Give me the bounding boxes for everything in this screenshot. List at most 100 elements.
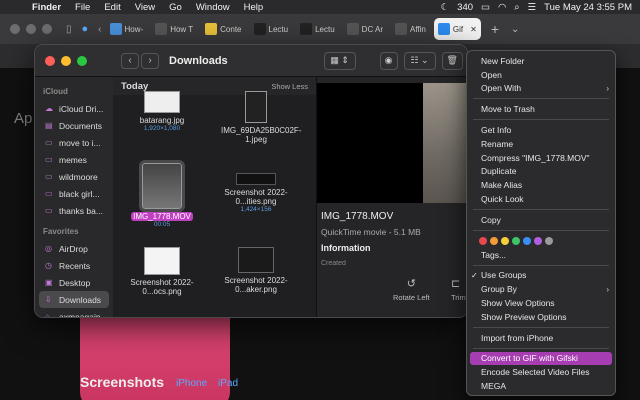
menu-item-make-alias[interactable]: Make Alias [467, 178, 615, 192]
sidebar-toggle-icon[interactable]: ▯ [66, 24, 72, 35]
browser-tab[interactable]: Affin [391, 18, 430, 40]
tag-color-dot[interactable] [512, 236, 520, 245]
tag-color-dot[interactable] [523, 236, 531, 245]
sidebar-item-airdrop[interactable]: ◎ AirDrop [35, 240, 113, 257]
quick-look-eye-icon[interactable]: ◉ [379, 51, 398, 70]
sidebar-item-label: Downloads [59, 294, 102, 305]
screenshots-heading: Screenshots [80, 374, 165, 390]
browser-tab[interactable]: DC Ar [343, 18, 387, 40]
menu-item-open-with[interactable]: Open With › [467, 82, 615, 96]
menu-file[interactable]: File [75, 2, 90, 13]
browser-tab[interactable]: Gif ✕ [433, 18, 481, 40]
browser-tab-label: How T [170, 24, 194, 34]
tag-color-dot[interactable] [534, 236, 542, 245]
tab-iphone[interactable]: iPhone [176, 378, 207, 389]
browser-zoom-button[interactable] [42, 24, 52, 34]
menu-item-encode-selected-video-files[interactable]: Encode Selected Video Files [467, 365, 615, 379]
back-button[interactable]: ‹ [121, 52, 139, 69]
battery-icon[interactable]: ▭ [481, 2, 490, 13]
clock-icon: ◷ [45, 260, 52, 270]
file-item[interactable]: Screenshot 2022-0...ocs.png [117, 247, 207, 296]
sidebar-item-label: black girl... [59, 188, 100, 199]
menu-item-use-groups[interactable]: ✓ Use Groups [467, 269, 615, 283]
browser-tab-label: Gif [452, 24, 464, 34]
moon-icon[interactable]: ☾ [441, 2, 450, 13]
file-item[interactable]: IMG_69DA25B0C02F-1.jpeg [211, 91, 301, 144]
menu-help[interactable]: Help [244, 2, 264, 13]
tab-ipad[interactable]: iPad [218, 378, 238, 389]
wifi-icon[interactable]: ◠ [498, 2, 506, 13]
rotate-left-button[interactable]: ↺ Rotate Left [393, 277, 430, 302]
menu-finder[interactable]: Finder [32, 2, 61, 13]
file-item[interactable]: batarang.jpg 1,920×1,080 [117, 91, 207, 132]
mastodon-icon[interactable]: ● [82, 23, 89, 35]
close-tab-icon[interactable]: ✕ [470, 25, 477, 34]
tag-color-dot[interactable] [490, 236, 498, 245]
sidebar-item-icloud-dri[interactable]: ☁ iCloud Dri... [35, 100, 113, 117]
file-item[interactable]: Screenshot 2022-0...ities.png 1,424×156 [211, 173, 301, 213]
menu-item-group-by[interactable]: Group By › [467, 282, 615, 296]
browser-tab[interactable]: Lectu [296, 18, 339, 40]
sidebar-item-documents[interactable]: ▤ Documents [35, 117, 113, 134]
menu-item-copy[interactable]: Copy [467, 213, 615, 227]
sidebar-item-axmeagain[interactable]: ⌂ axmeagain [35, 308, 113, 318]
menu-item-show-view-options[interactable]: Show View Options [467, 296, 615, 310]
browser-minimize-button[interactable] [26, 24, 36, 34]
preview-kind: QuickTime movie - 5.1 MB [321, 227, 421, 237]
tag-color-dot[interactable] [501, 236, 509, 245]
video-preview [317, 83, 467, 203]
finder-minimize-button[interactable] [61, 55, 71, 66]
menu-go[interactable]: Go [169, 2, 182, 13]
menu-view[interactable]: View [135, 2, 155, 13]
menu-item-get-info[interactable]: Get Info [467, 123, 615, 137]
group-by-button[interactable]: ☷ ⌄ [403, 51, 436, 70]
search-icon[interactable]: ⌕ [514, 2, 519, 13]
sidebar-item-downloads[interactable]: ⇩ Downloads [39, 291, 109, 308]
menu-item-compress-img-1778-mov[interactable]: Compress "IMG_1778.MOV" [467, 151, 615, 165]
browser-tab[interactable]: Lectu [250, 18, 293, 40]
menu-item-new-folder[interactable]: New Folder [467, 54, 615, 68]
file-thumbnail [236, 173, 276, 185]
menu-item-duplicate[interactable]: Duplicate [467, 165, 615, 179]
sidebar-header-favorites: Favorites [43, 227, 79, 236]
menu-window[interactable]: Window [196, 2, 230, 13]
sidebar-item-black-girl[interactable]: ▭ black girl... [35, 185, 113, 202]
trash-icon[interactable]: 🗑 [441, 51, 463, 70]
file-item-selected[interactable]: IMG_1778.MOV 00:05 [117, 160, 207, 228]
finder-close-button[interactable] [45, 55, 55, 66]
menu-item-tags[interactable]: Tags... [467, 248, 615, 262]
browser-close-button[interactable] [10, 24, 20, 34]
new-tab-button[interactable]: + [491, 21, 499, 37]
forward-button[interactable]: › [141, 52, 159, 69]
sidebar-item-desktop[interactable]: ▣ Desktop [35, 274, 113, 291]
control-center-icon[interactable]: ☰ [528, 2, 537, 13]
section-title: Today [121, 80, 149, 92]
cloud-icon: ☁ [45, 103, 53, 113]
browser-tab[interactable]: How- [106, 18, 148, 40]
sidebar-item-recents[interactable]: ◷ Recents [35, 257, 113, 274]
clock[interactable]: Tue May 24 3:55 PM [544, 2, 632, 13]
file-item[interactable]: Screenshot 2022-0...aker.png [211, 247, 301, 294]
menu-item-mega[interactable]: MEGA [467, 379, 615, 393]
browser-tab[interactable]: How T [151, 18, 197, 40]
menu-edit[interactable]: Edit [104, 2, 120, 13]
menu-item-open[interactable]: Open [467, 68, 615, 82]
browser-tab[interactable]: Conte [201, 18, 245, 40]
tag-color-dot[interactable] [545, 236, 553, 245]
view-mode-button[interactable]: ▦ ⇕ [323, 51, 356, 70]
finder-zoom-button[interactable] [77, 55, 87, 66]
show-less-button[interactable]: Show Less [271, 82, 308, 91]
tag-color-dot[interactable] [479, 236, 487, 245]
menu-item-rename[interactable]: Rename [467, 137, 615, 151]
battery-percent[interactable]: 340 [457, 2, 473, 13]
menu-item-quick-look[interactable]: Quick Look [467, 192, 615, 206]
sidebar-item-memes[interactable]: ▭ memes [35, 151, 113, 168]
menu-item-move-to-trash[interactable]: Move to Trash [467, 102, 615, 116]
sidebar-item-thanks-ba[interactable]: ▭ thanks ba... [35, 202, 113, 219]
menu-item-import-from-iphone[interactable]: Import from iPhone [467, 331, 615, 345]
tab-overview-chevron-icon[interactable]: ⌄ [511, 24, 519, 35]
sidebar-item-wildmoore[interactable]: ▭ wildmoore [35, 168, 113, 185]
menu-item-convert-to-gif-with-gifski[interactable]: Convert to GIF with Gifski [470, 351, 612, 366]
sidebar-item-move-to-i[interactable]: ▭ move to i... [35, 134, 113, 151]
menu-item-show-preview-options[interactable]: Show Preview Options [467, 310, 615, 324]
